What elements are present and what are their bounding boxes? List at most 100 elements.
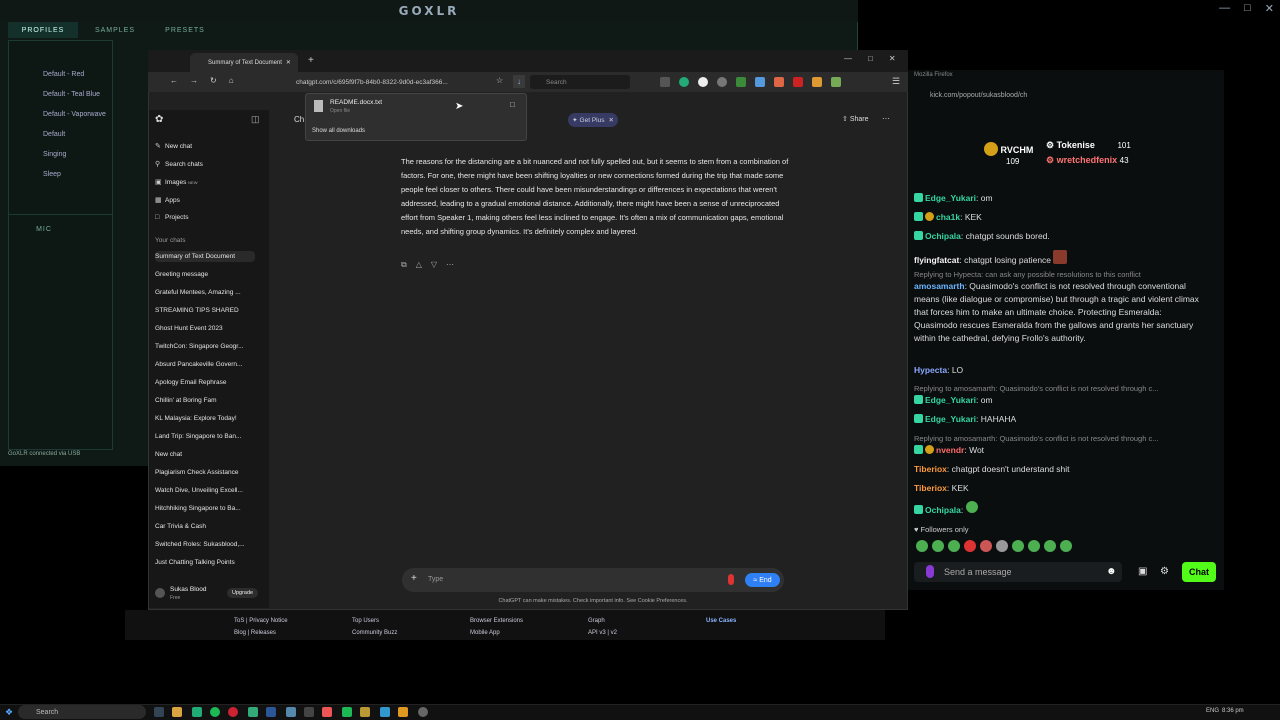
- chat-history-item[interactable]: Greeting message: [155, 271, 255, 278]
- sidebar-item-search[interactable]: ⚲ Search chats: [155, 160, 255, 168]
- firefox-icon[interactable]: [322, 707, 332, 717]
- close-icon[interactable]: ✕: [1265, 2, 1274, 15]
- app-icon[interactable]: [380, 707, 390, 717]
- app-icon[interactable]: [418, 707, 428, 717]
- thumbs-down-icon[interactable]: ▽: [431, 260, 437, 270]
- address-bar[interactable]: chatgpt.com/c/695f9f7b-84b0-8322-9d0d-ec…: [296, 75, 524, 89]
- get-plus-button[interactable]: ✦ Get Plus ✕: [568, 113, 618, 127]
- chat-username[interactable]: flyingfatcat: [914, 255, 959, 265]
- more-options-icon[interactable]: ⋯: [882, 114, 890, 123]
- microphone-off-icon[interactable]: [728, 574, 734, 585]
- tab-mic[interactable]: MIC: [9, 221, 79, 237]
- sidebar-item-apps[interactable]: ▦ Apps: [155, 196, 255, 204]
- profile-item[interactable]: Default - Teal Blue: [43, 91, 100, 98]
- chat-history-item[interactable]: STREAMING TIPS SHARED: [155, 307, 255, 314]
- file-explorer-icon[interactable]: [172, 707, 182, 717]
- maximize-icon[interactable]: □: [868, 54, 873, 63]
- taskview-icon[interactable]: [154, 707, 164, 717]
- footer-link[interactable]: Community Buzz: [352, 630, 397, 636]
- chat-history-item[interactable]: Just Chatting Talking Points: [155, 559, 255, 566]
- app-icon[interactable]: [304, 707, 314, 717]
- prompt-input[interactable]: Type: [428, 576, 443, 583]
- extension-icon[interactable]: [679, 77, 689, 87]
- chat-history-item[interactable]: Absurd Pancakeville Govern...: [155, 361, 255, 368]
- footer-link[interactable]: ToS | Privacy Notice: [234, 618, 288, 624]
- profile-item[interactable]: Default: [43, 131, 65, 138]
- spotify-icon[interactable]: [210, 707, 220, 717]
- chat-history-item[interactable]: Apology Email Rephrase: [155, 379, 255, 386]
- app-icon[interactable]: [266, 707, 276, 717]
- chat-username[interactable]: Tiberiox: [914, 483, 947, 493]
- kick-url[interactable]: kick.com/popout/sukasblood/ch: [930, 92, 1027, 99]
- chat-history-item[interactable]: Chillin' at Boring Fam: [155, 397, 255, 404]
- app-icon[interactable]: [248, 707, 258, 717]
- bookmark-star-icon[interactable]: ☆: [496, 76, 503, 85]
- new-tab-icon[interactable]: +: [308, 55, 314, 66]
- extension-icon[interactable]: [660, 77, 670, 87]
- emote-icon[interactable]: [916, 540, 928, 552]
- emote-icon[interactable]: [932, 540, 944, 552]
- chat-history-item[interactable]: TwitchCon: Singapore Geogr...: [155, 343, 255, 350]
- share-button[interactable]: ⇧ Share: [842, 115, 869, 123]
- app-icon[interactable]: [360, 707, 370, 717]
- chat-message-input[interactable]: Send a message: [914, 562, 1122, 582]
- emote-icon[interactable]: [1012, 540, 1024, 552]
- extension-icon[interactable]: [793, 77, 803, 87]
- sidebar-item-projects[interactable]: □ Projects: [155, 214, 255, 221]
- extension-icon[interactable]: [736, 77, 746, 87]
- chat-history-item[interactable]: Land Trip: Singapore to Ban...: [155, 433, 255, 440]
- emote-icon[interactable]: [1044, 540, 1056, 552]
- chat-username[interactable]: Hypecta: [914, 365, 947, 375]
- emote-icon[interactable]: [948, 540, 960, 552]
- back-icon[interactable]: ←: [170, 76, 178, 85]
- language-indicator[interactable]: ENG: [1206, 708, 1219, 714]
- maximize-icon[interactable]: □: [1244, 2, 1251, 15]
- settings-icon[interactable]: ⚙: [1160, 566, 1169, 577]
- microphone-icon[interactable]: [926, 565, 934, 578]
- chat-history-item[interactable]: Plagiarism Check Assistance: [155, 469, 255, 476]
- emoji-icon[interactable]: ☻: [1106, 566, 1117, 577]
- extension-icon[interactable]: [831, 77, 841, 87]
- extension-icon[interactable]: [812, 77, 822, 87]
- sidebar-item-new-chat[interactable]: ✎ New chat: [155, 142, 255, 150]
- download-filename[interactable]: README.docx.txt: [330, 99, 382, 106]
- emote-icon[interactable]: [980, 540, 992, 552]
- clock[interactable]: 8:36 pm: [1222, 708, 1244, 714]
- chat-username[interactable]: cha1k: [936, 212, 960, 222]
- extension-icon[interactable]: [774, 77, 784, 87]
- show-all-downloads[interactable]: Show all downloads: [312, 128, 365, 134]
- model-selector[interactable]: Ch: [294, 115, 304, 124]
- upgrade-button[interactable]: Upgrade: [227, 588, 259, 598]
- sidebar-item-images[interactable]: ▣ Images NEW: [155, 178, 255, 186]
- chat-history-item[interactable]: Watch Dive, Unveiling Excell...: [155, 487, 255, 494]
- home-icon[interactable]: ⌂: [229, 76, 234, 85]
- emote-icon[interactable]: [1028, 540, 1040, 552]
- chat-history-item[interactable]: Hitchhiking Singapore to Ba...: [155, 505, 255, 512]
- emote-icon[interactable]: [1060, 540, 1072, 552]
- avatar[interactable]: [155, 588, 165, 598]
- close-icon[interactable]: ✕: [608, 116, 613, 124]
- chat-history-item[interactable]: Ghost Hunt Event 2023: [155, 325, 255, 332]
- tab-profiles[interactable]: PROFILES: [8, 22, 78, 38]
- openai-logo-icon[interactable]: ✿: [155, 114, 163, 125]
- minimize-icon[interactable]: —: [844, 54, 852, 63]
- extension-icon[interactable]: [717, 77, 727, 87]
- chat-username[interactable]: Tiberiox: [914, 464, 947, 474]
- taskbar-search[interactable]: Search: [18, 705, 146, 719]
- chat-username[interactable]: Edge_Yukari: [925, 193, 976, 203]
- folder-icon[interactable]: □: [510, 100, 515, 109]
- sidebar-toggle-icon[interactable]: ◫: [251, 114, 260, 125]
- chat-username[interactable]: Ochipala: [925, 231, 961, 241]
- extension-icon[interactable]: [755, 77, 765, 87]
- more-icon[interactable]: ⋯: [446, 260, 454, 270]
- tab-close-icon[interactable]: ✕: [286, 59, 291, 66]
- browser-tab-active[interactable]: Summary of Text Document ✕: [190, 53, 298, 72]
- thumbs-up-icon[interactable]: △: [416, 260, 422, 270]
- menu-icon[interactable]: ☰: [892, 76, 900, 87]
- download-open-file[interactable]: Open file: [330, 108, 350, 114]
- app-icon[interactable]: [228, 707, 238, 717]
- chat-username[interactable]: Edge_Yukari: [925, 395, 976, 405]
- chat-history-item[interactable]: Summary of Text Document: [155, 251, 255, 262]
- chat-history-item[interactable]: Car Trivia & Cash: [155, 523, 255, 530]
- send-chat-button[interactable]: Chat: [1182, 562, 1216, 582]
